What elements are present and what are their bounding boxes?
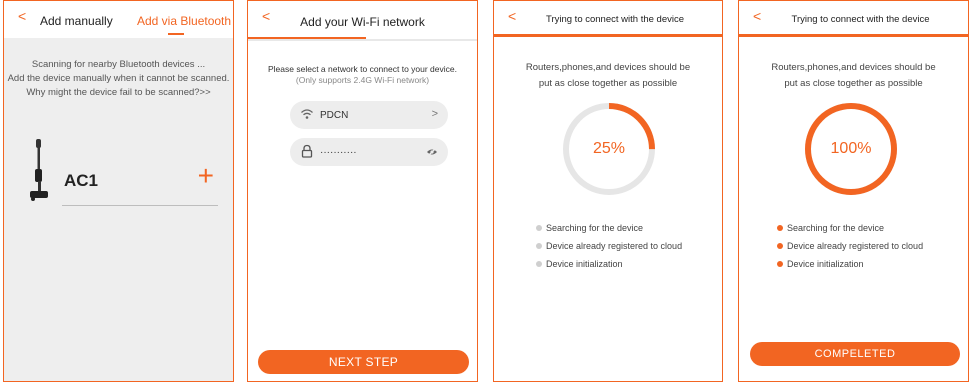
step-initialization: Device initialization [536, 255, 682, 273]
step-status-dot [536, 243, 542, 249]
step-label: Device already registered to cloud [546, 241, 683, 251]
step-label: Searching for the device [787, 223, 885, 233]
chevron-right-icon: > [431, 108, 438, 120]
tip-line-2: put as close together as possible [784, 78, 923, 89]
step-registered: Device already registered to cloud [777, 237, 923, 255]
wifi-ssid-field[interactable]: PDCN > [290, 101, 448, 129]
tip-line-2: put as close together as possible [538, 78, 678, 89]
screen-bluetooth-scan: < Add manually Add via Bluetooth Scannin… [3, 0, 234, 382]
instruction-main: Please select a network to connect to yo… [268, 64, 457, 74]
step-status-dot [777, 225, 783, 231]
page-title: Trying to connect with the device [791, 14, 930, 25]
back-icon[interactable]: < [18, 9, 26, 23]
lock-icon [301, 144, 313, 158]
scan-message: Scanning for nearby Bluetooth devices ..… [4, 58, 233, 100]
scan-line-searching: Scanning for nearby Bluetooth devices ..… [31, 59, 206, 70]
step-label: Device already registered to cloud [787, 241, 924, 251]
step-registered: Device already registered to cloud [536, 237, 682, 255]
step-status-dot [536, 261, 542, 267]
wifi-ssid-value: PDCN [320, 110, 349, 121]
header: < Trying to connect with the device [494, 1, 722, 37]
connection-steps: Searching for the device Device already … [536, 219, 682, 273]
progress-percent: 25% [592, 140, 626, 157]
screen-connecting-complete: < Trying to connect with the device Rout… [738, 0, 969, 382]
header: < Trying to connect with the device [739, 1, 968, 37]
next-step-button[interactable]: NEXT STEP [258, 350, 469, 374]
network-instruction: Please select a network to connect to yo… [248, 64, 477, 86]
connection-steps: Searching for the device Device already … [777, 219, 923, 273]
progress-percent: 100% [830, 140, 872, 157]
eye-hidden-icon[interactable] [426, 147, 438, 157]
device-list-item[interactable]: AC1 + [22, 139, 218, 206]
tab-add-via-bluetooth[interactable]: Add via Bluetooth [137, 14, 231, 28]
step-status-dot [777, 243, 783, 249]
screen-wifi-network: < Add your Wi-Fi network Please select a… [247, 0, 478, 382]
instruction-sub: (Only supports 2.4G Wi-Fi network) [295, 75, 430, 85]
wifi-icon [301, 109, 313, 119]
wifi-password-field[interactable]: ··········· [290, 138, 448, 166]
header: < Add your Wi-Fi network [248, 1, 477, 41]
step-label: Searching for the device [546, 223, 644, 233]
step-searching: Searching for the device [777, 219, 923, 237]
progress-ring: 25% [561, 101, 657, 197]
tab-bar: < Add manually Add via Bluetooth [4, 1, 233, 38]
tip-line-1: Routers,phones,and devices should be [771, 62, 936, 73]
step-searching: Searching for the device [536, 219, 682, 237]
progress-ring: 100% [803, 101, 899, 197]
wifi-password-value: ··········· [320, 147, 357, 158]
device-name: AC1 [64, 171, 99, 190]
step-label: Device initialization [546, 259, 623, 269]
completed-button[interactable]: COMPELETED [750, 342, 960, 366]
tip-line-1: Routers,phones,and devices should be [525, 62, 691, 73]
step-label: Device initialization [787, 259, 864, 269]
screen-connecting-progress: < Trying to connect with the device Rout… [493, 0, 723, 382]
scan-help-link[interactable]: Why might the device fail to be scanned?… [4, 86, 233, 100]
scan-line-manual-hint: Add the device manually when it cannot b… [7, 73, 230, 84]
step-progress-bar [248, 37, 366, 39]
divider [62, 205, 218, 206]
add-device-button[interactable]: + [198, 162, 214, 190]
tab-add-manually[interactable]: Add manually [40, 14, 113, 28]
step-status-dot [777, 261, 783, 267]
active-tab-indicator [168, 33, 184, 35]
proximity-tip: Routers,phones,and devices should be put… [739, 60, 968, 92]
proximity-tip: Routers,phones,and devices should be put… [494, 60, 722, 92]
vacuum-cleaner-icon [30, 139, 48, 201]
step-status-dot [536, 225, 542, 231]
page-title: Trying to connect with the device [546, 14, 684, 25]
page-title: Add your Wi-Fi network [300, 15, 425, 29]
step-initialization: Device initialization [777, 255, 923, 273]
